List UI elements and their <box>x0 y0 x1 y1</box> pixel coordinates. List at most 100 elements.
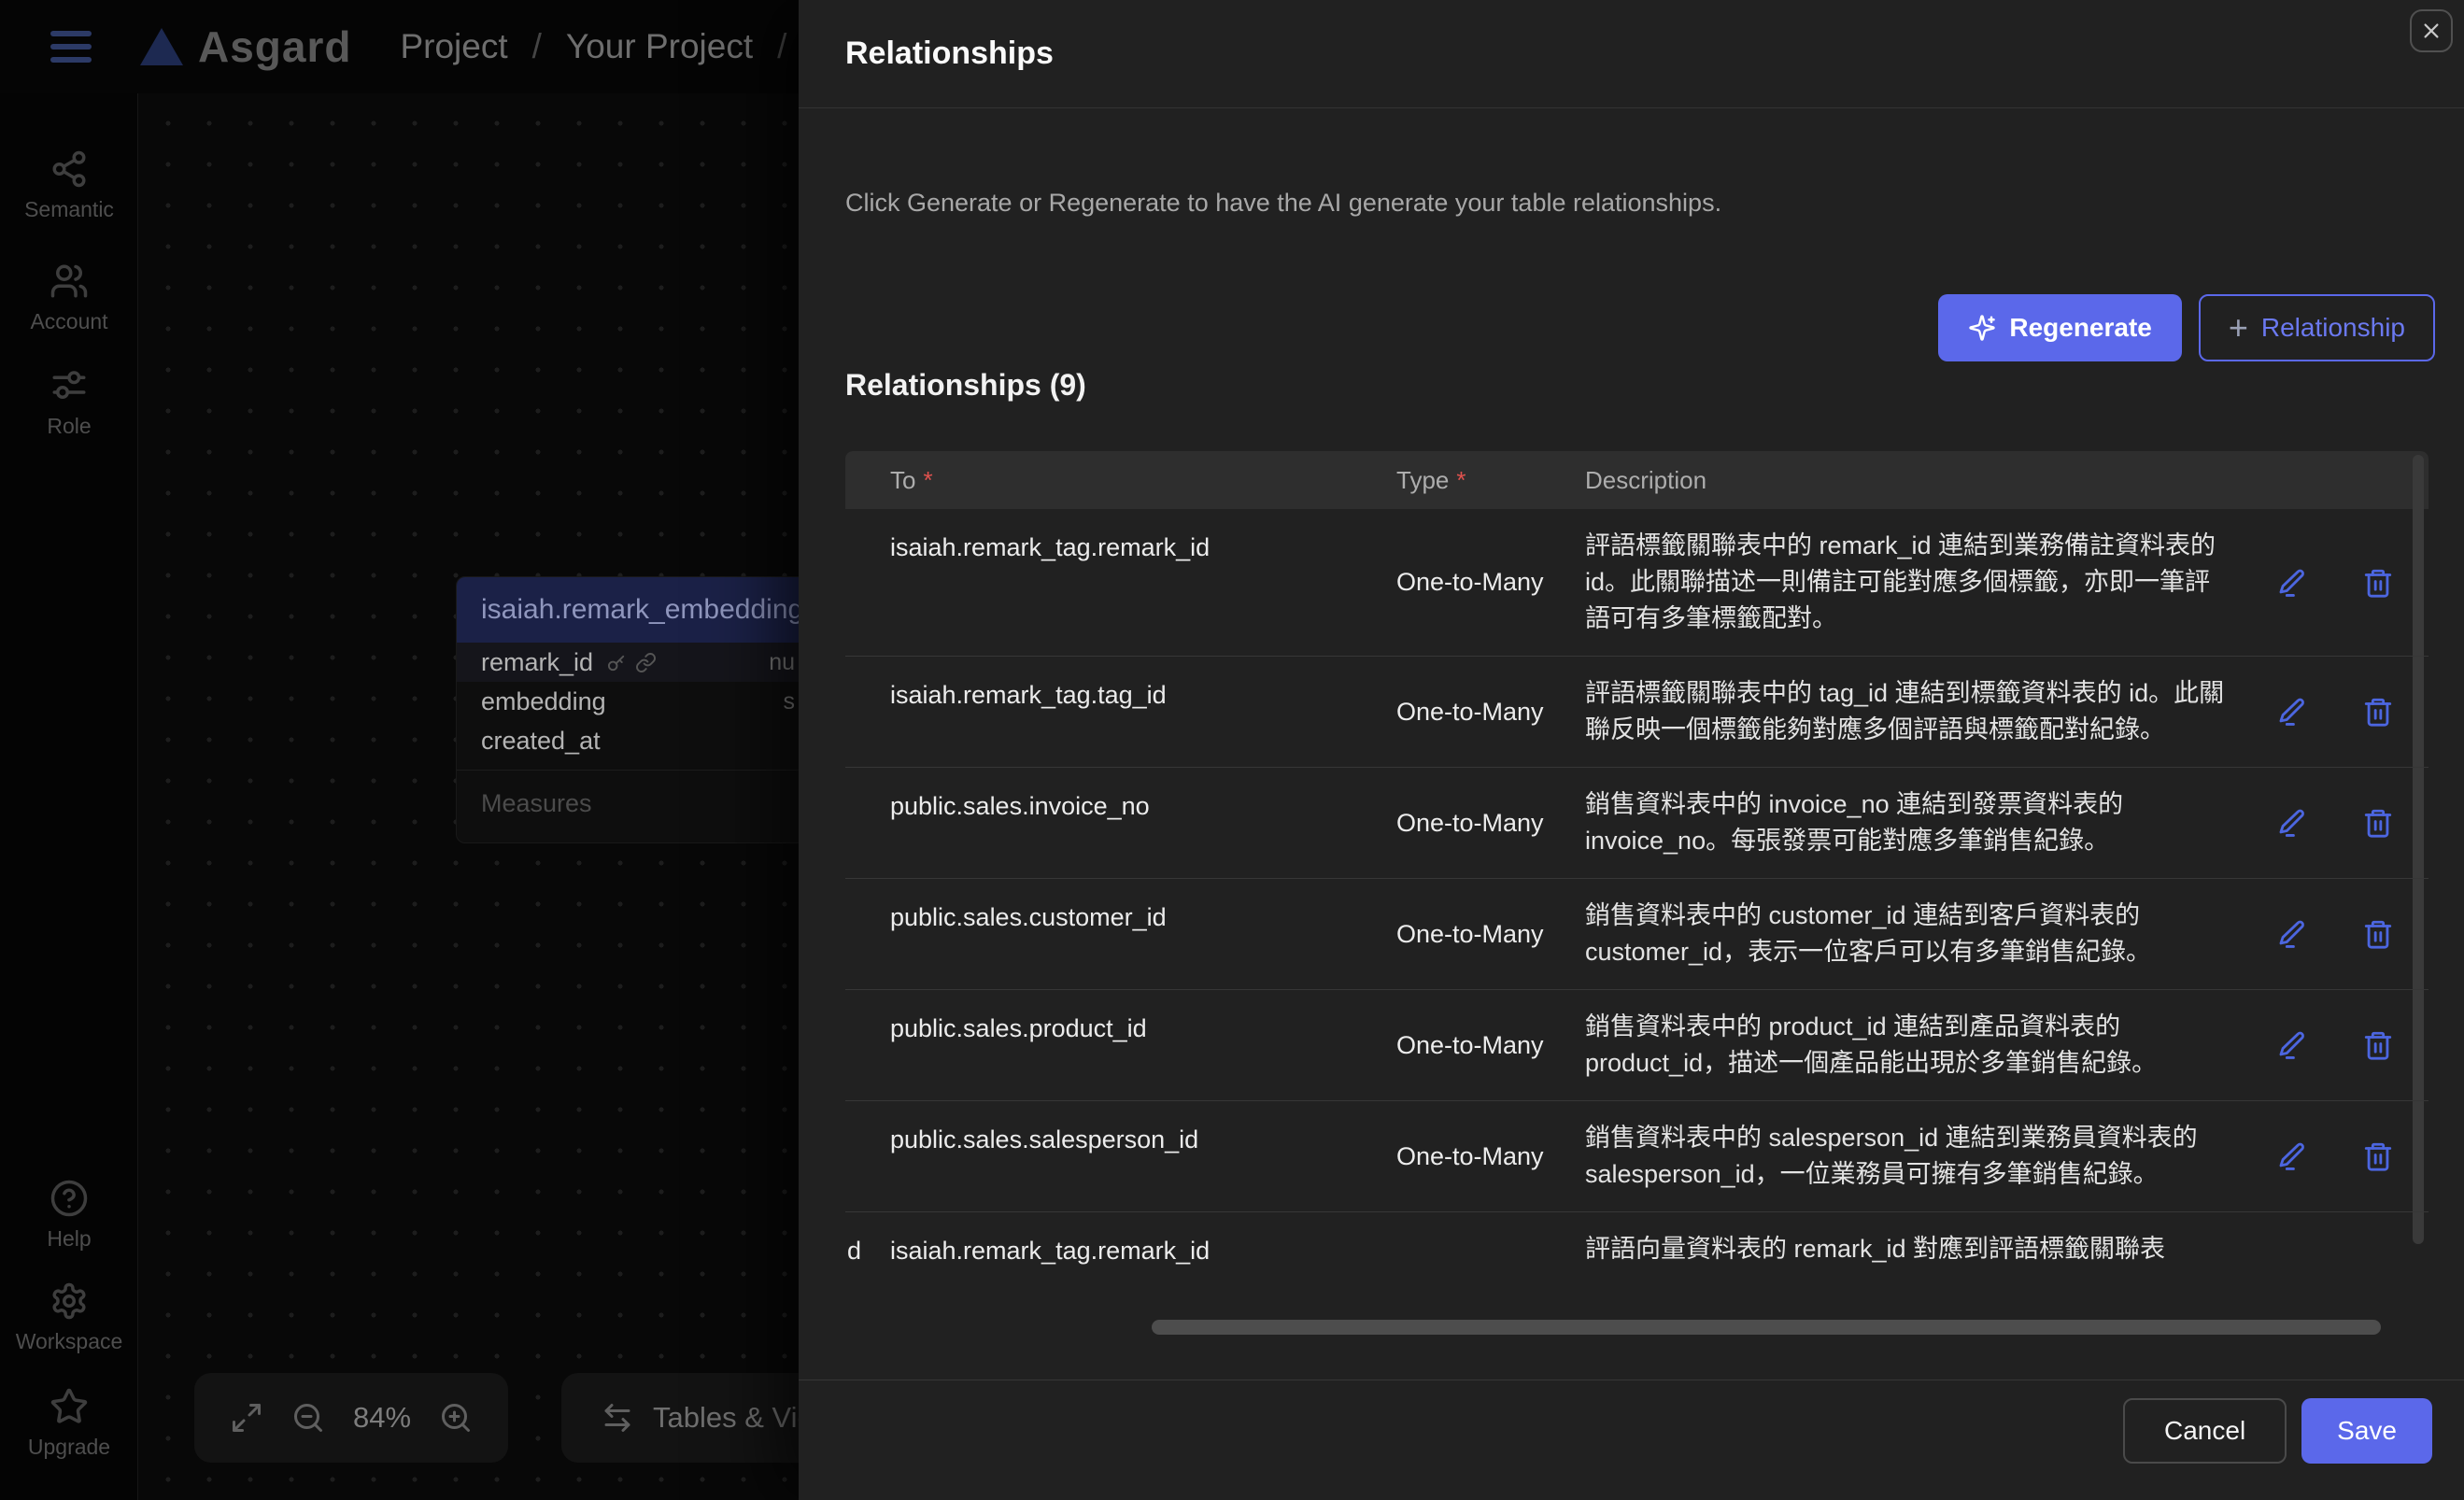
edit-relationship-button[interactable] <box>2276 696 2308 728</box>
relationships-table: To* Type* Description isaiah.remark_tag.… <box>845 451 2429 1354</box>
save-button[interactable]: Save <box>2301 1398 2432 1464</box>
breadcrumb-separator: / <box>532 27 542 66</box>
sidebar-item-workspace[interactable]: Workspace <box>0 1281 138 1354</box>
table-node-remark-embeddings[interactable]: isaiah.remark_embeddings remark_id nu em… <box>456 576 799 843</box>
star-icon <box>50 1387 89 1426</box>
cancel-button[interactable]: Cancel <box>2123 1398 2287 1464</box>
close-button[interactable] <box>2410 9 2453 52</box>
diagram-canvas[interactable]: isaiah.remark_embeddings remark_id nu em… <box>138 93 799 1500</box>
field-name: created_at <box>481 727 601 756</box>
zoom-level: 84% <box>353 1401 411 1435</box>
sidebar-item-label: Workspace <box>16 1329 123 1354</box>
zoom-in-icon[interactable] <box>439 1401 473 1435</box>
table-row: public.sales.product_id One-to-Many 銷售資料… <box>845 989 2429 1100</box>
plus-icon: + <box>2229 308 2248 347</box>
sidebar-item-label: Semantic <box>24 197 114 222</box>
pencil-icon <box>2276 807 2308 839</box>
sidebar-item-help[interactable]: Help <box>0 1179 138 1252</box>
expand-icon[interactable] <box>230 1401 263 1435</box>
sidebar-item-role[interactable]: Role <box>0 366 138 439</box>
modal-title: Relationships <box>845 35 1054 72</box>
relationship-to: public.sales.product_id <box>845 990 1396 1062</box>
sidebar-item-semantic[interactable]: Semantic <box>0 149 138 222</box>
relationship-description: 銷售資料表中的 salesperson_id 連結到業務員資料表的 salesp… <box>1574 1101 2242 1211</box>
breadcrumb-project[interactable]: Project <box>400 27 507 66</box>
relationship-type: One-to-Many <box>1396 990 1574 1100</box>
table-row: isaiah.remark_tag.tag_id One-to-Many 評語標… <box>845 656 2429 767</box>
trash-icon <box>2362 696 2394 728</box>
modal-description: Click Generate or Regenerate to have the… <box>845 189 1721 218</box>
modal-footer: Cancel Save <box>2123 1398 2432 1464</box>
sidebar-item-label: Help <box>47 1226 91 1252</box>
table-field-row[interactable]: created_at <box>457 721 799 760</box>
tables-views-label: Tables & Vie <box>653 1401 799 1435</box>
edit-relationship-button[interactable] <box>2276 807 2308 839</box>
table-row-partial: d isaiah.remark_tag.remark_id 評語向量資料表的 r… <box>845 1211 2429 1286</box>
edit-relationship-button[interactable] <box>2276 567 2308 599</box>
semantic-graph-icon <box>50 149 89 189</box>
modal-header: Relationships <box>799 0 2464 108</box>
trash-icon <box>2362 807 2394 839</box>
table-field-row[interactable]: remark_id nu <box>457 643 799 682</box>
zoom-out-icon[interactable] <box>291 1401 325 1435</box>
delete-relationship-button[interactable] <box>2362 696 2394 728</box>
breadcrumb: Project / Your Project / S <box>400 27 834 66</box>
trash-icon <box>2362 567 2394 599</box>
breadcrumb-your-project[interactable]: Your Project <box>566 27 753 66</box>
add-relationship-button[interactable]: + Relationship <box>2199 294 2435 361</box>
relationship-to: isaiah.remark_tag.remark_id <box>845 1212 1396 1284</box>
row-actions <box>2242 657 2429 767</box>
app-screen: Asgard Project / Your Project / S Semant… <box>0 0 2464 1500</box>
sliders-icon <box>50 366 89 405</box>
pencil-icon <box>2276 567 2308 599</box>
edit-relationship-button[interactable] <box>2276 1140 2308 1172</box>
regenerate-label: Regenerate <box>2009 313 2152 343</box>
key-icon <box>606 652 628 673</box>
close-icon <box>2421 21 2442 41</box>
sidebar-item-account[interactable]: Account <box>0 262 138 334</box>
delete-relationship-button[interactable] <box>2362 918 2394 950</box>
relationship-description: 評語向量資料表的 remark_id 對應到評語標籤關聯表 <box>1574 1212 2242 1286</box>
horizontal-scrollbar[interactable] <box>1152 1320 2381 1335</box>
table-node-title[interactable]: isaiah.remark_embeddings <box>457 577 799 643</box>
edit-relationship-button[interactable] <box>2276 1029 2308 1061</box>
relationship-to: public.sales.customer_id <box>845 879 1396 951</box>
pencil-icon <box>2276 696 2308 728</box>
row-actions <box>2242 1101 2429 1211</box>
edit-relationship-button[interactable] <box>2276 918 2308 950</box>
row-actions <box>2242 768 2429 878</box>
row-actions <box>2242 990 2429 1100</box>
users-icon <box>50 262 89 301</box>
row-actions <box>2242 509 2429 656</box>
table-field-row[interactable]: embedding s <box>457 682 799 721</box>
delete-relationship-button[interactable] <box>2362 1029 2394 1061</box>
link-icon <box>635 652 657 673</box>
pencil-icon <box>2276 1029 2308 1061</box>
delete-relationship-button[interactable] <box>2362 1140 2394 1172</box>
table-row: isaiah.remark_tag.remark_id One-to-Many … <box>845 509 2429 656</box>
help-circle-icon <box>50 1179 89 1218</box>
relationship-description: 銷售資料表中的 customer_id 連結到客戶資料表的 customer_i… <box>1574 879 2242 989</box>
relationship-type: One-to-Many <box>1396 768 1574 878</box>
pencil-icon <box>2276 1140 2308 1172</box>
add-relationship-label: Relationship <box>2261 313 2405 343</box>
relationship-type: One-to-Many <box>1396 1101 1574 1211</box>
delete-relationship-button[interactable] <box>2362 807 2394 839</box>
relationships-count-heading: Relationships (9) <box>845 368 1086 403</box>
relationship-description: 評語標籤關聯表中的 remark_id 連結到業務備註資料表的 id。此關聯描述… <box>1574 509 2242 656</box>
brand-name: Asgard <box>198 21 351 72</box>
menu-icon[interactable] <box>50 31 92 63</box>
sidebar-item-upgrade[interactable]: Upgrade <box>0 1387 138 1460</box>
relationship-description: 銷售資料表中的 invoice_no 連結到發票資料表的 invoice_no。… <box>1574 768 2242 878</box>
relationship-type: One-to-Many <box>1396 879 1574 989</box>
relationship-type <box>1396 1212 1574 1286</box>
field-name: remark_id <box>481 648 593 677</box>
measures-section-label: Measures <box>457 770 799 842</box>
regenerate-button[interactable]: Regenerate <box>1938 294 2182 361</box>
relationship-to: public.sales.invoice_no <box>845 768 1396 840</box>
table-row: public.sales.customer_id One-to-Many 銷售資… <box>845 878 2429 989</box>
tables-views-toggle[interactable]: Tables & Vie <box>561 1373 799 1463</box>
breadcrumb-separator: / <box>777 27 786 66</box>
delete-relationship-button[interactable] <box>2362 567 2394 599</box>
relationship-to: public.sales.salesperson_id <box>845 1101 1396 1173</box>
